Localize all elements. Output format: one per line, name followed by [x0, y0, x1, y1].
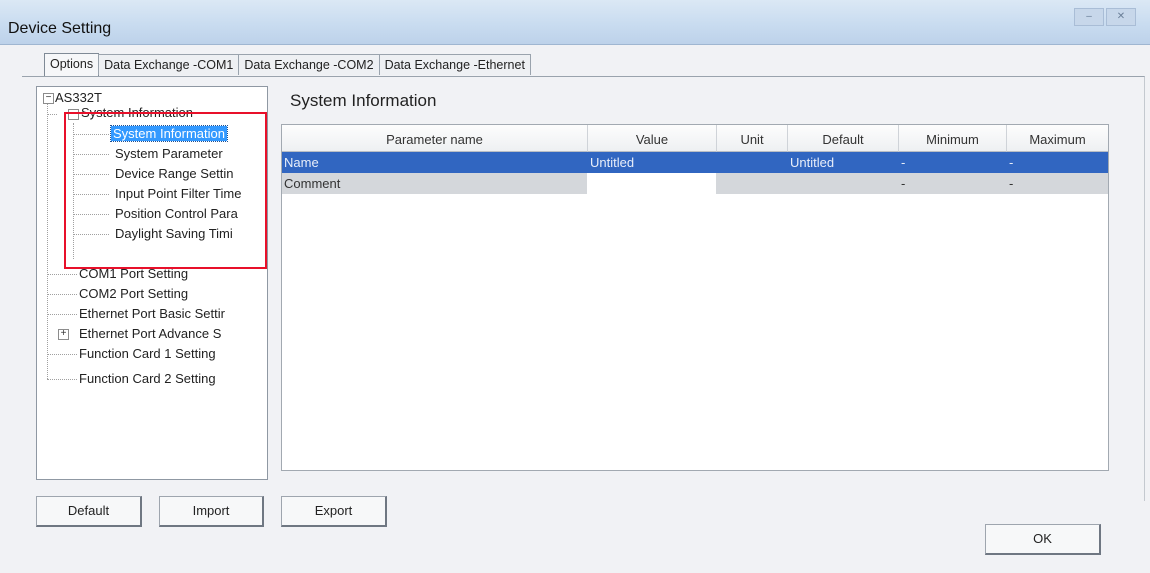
- highlight-annotation-box: [64, 112, 267, 269]
- section-title: System Information: [290, 91, 437, 110]
- tree-connector: [47, 314, 77, 315]
- import-button[interactable]: Import: [159, 496, 264, 527]
- tree-connector: [47, 354, 77, 355]
- tab-options[interactable]: Options: [44, 53, 100, 76]
- cell-parameter-name: Comment: [284, 176, 341, 191]
- column-header-parameter-name[interactable]: Parameter name: [282, 125, 588, 152]
- cell-minimum: -: [901, 176, 906, 191]
- table-row[interactable]: Comment - -: [282, 173, 1108, 194]
- cell-parameter-name: Name: [284, 155, 319, 170]
- tree-node-ethernet-basic[interactable]: Ethernet Port Basic Settir: [79, 304, 225, 324]
- tree-node-ethernet-advance[interactable]: Ethernet Port Advance S: [79, 324, 221, 344]
- tab-data-exchange-com1[interactable]: Data Exchange -COM1: [98, 54, 240, 75]
- cell-unit: [717, 173, 787, 194]
- table-row[interactable]: Name Untitled Untitled - -: [282, 152, 1108, 173]
- column-header-maximum[interactable]: Maximum: [1007, 125, 1108, 152]
- tree-guide-line: [47, 103, 48, 379]
- tree-connector: [47, 379, 77, 380]
- tab-strip: Options Data Exchange -COM1 Data Exchang…: [44, 53, 531, 76]
- expand-icon[interactable]: +: [58, 329, 69, 340]
- tree-connector: [47, 274, 77, 275]
- tree-node-function-card-2[interactable]: Function Card 2 Setting: [79, 369, 216, 389]
- tab-data-exchange-ethernet[interactable]: Data Exchange -Ethernet: [378, 54, 531, 75]
- cell-default: Untitled: [790, 155, 835, 170]
- column-header-unit[interactable]: Unit: [717, 125, 788, 152]
- export-button[interactable]: Export: [281, 496, 387, 527]
- device-setting-window: Device Setting – ✕ Options Data Exchange…: [0, 0, 1150, 573]
- collapse-icon[interactable]: −: [43, 93, 54, 104]
- column-header-value[interactable]: Value: [588, 125, 717, 152]
- title-bar[interactable]: Device Setting – ✕: [0, 0, 1150, 45]
- parameter-grid[interactable]: Parameter name Value Unit Default Minimu…: [281, 124, 1109, 471]
- column-header-default[interactable]: Default: [788, 125, 899, 152]
- minimize-icon[interactable]: –: [1074, 8, 1104, 26]
- tree-connector: [47, 294, 77, 295]
- cell-maximum: -: [1009, 176, 1014, 191]
- tree-connector: [47, 114, 57, 115]
- cell-default: [788, 173, 898, 194]
- window-controls: – ✕: [1074, 8, 1136, 26]
- cell-maximum: -: [1009, 155, 1014, 170]
- tree-node-function-card-1[interactable]: Function Card 1 Setting: [79, 344, 216, 364]
- column-header-minimum[interactable]: Minimum: [899, 125, 1007, 152]
- window-title: Device Setting: [8, 20, 112, 37]
- cell-minimum: -: [901, 155, 906, 170]
- cell-value-input[interactable]: [587, 173, 716, 194]
- cell-unit: [717, 152, 787, 173]
- ok-button[interactable]: OK: [985, 524, 1101, 555]
- cell-value[interactable]: Untitled: [588, 152, 715, 173]
- close-icon[interactable]: ✕: [1106, 8, 1136, 26]
- tree-node-com2-port[interactable]: COM2 Port Setting: [79, 284, 188, 304]
- tab-data-exchange-com2[interactable]: Data Exchange -COM2: [238, 54, 380, 75]
- default-button[interactable]: Default: [36, 496, 142, 527]
